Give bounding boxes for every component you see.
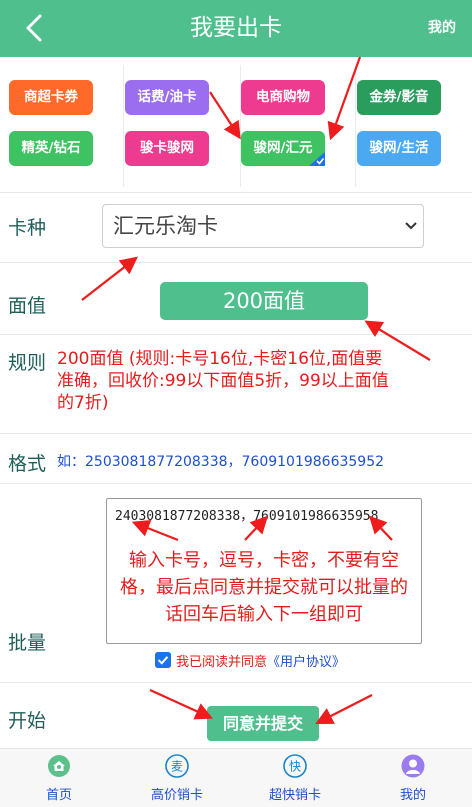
tab-label: 超快销卡 [268, 788, 321, 803]
divider [0, 334, 472, 335]
kuai-glyph: 快 [289, 760, 301, 774]
tab-mine[interactable]: 我的 [354, 749, 472, 807]
tab-fast-sell[interactable]: 快 超快销卡 [236, 749, 354, 807]
category-shangchao[interactable]: 商超卡券 [9, 80, 93, 115]
card-type-label: 卡种 [8, 217, 47, 239]
divider [355, 65, 356, 187]
category-junwang-huiyuan[interactable]: 骏网/汇元 [241, 131, 325, 166]
batch-label: 批量 [8, 632, 47, 654]
category-jinquan[interactable]: 金券/影音 [357, 80, 441, 115]
tab-label: 高价销卡 [150, 788, 203, 803]
chevron-down-icon [405, 222, 417, 230]
arrow-mark [149, 688, 214, 720]
category-dianshang[interactable]: 电商购物 [241, 80, 325, 115]
tab-label: 首页 [45, 788, 72, 803]
arrow-mark [315, 694, 373, 724]
page-title: 我要出卡 [190, 15, 282, 41]
divider [0, 192, 472, 193]
tab-label: 我的 [399, 788, 426, 803]
agree-checkbox[interactable] [155, 652, 171, 668]
bottom-tab-bar: 首页 麦 高价销卡 快 超快销卡 我的 [0, 748, 472, 807]
divider [123, 65, 124, 187]
mai-glyph: 麦 [171, 760, 183, 774]
user-icon [401, 754, 425, 778]
start-label: 开始 [8, 710, 47, 732]
top-bar: 我要出卡 我的 [0, 0, 472, 57]
sell-mai-icon: 麦 [165, 754, 189, 778]
tab-home[interactable]: 首页 [0, 749, 118, 807]
submit-button[interactable]: 同意并提交 [207, 706, 319, 741]
batch-hint: 输入卡号，逗号，卡密，不要有空格，最后点同意并提交就可以批量的话回车后输入下一组… [120, 550, 408, 625]
face-value-label: 面值 [8, 295, 47, 317]
arrow-mark [81, 256, 138, 301]
category-grid: 商超卡券 话费/油卡 电商购物 金券/影音 精英/钻石 骏卡骏网 骏网/汇元 骏… [0, 57, 472, 192]
divider [0, 433, 472, 434]
format-example: 如：2503081877208338，7609101986635952 [57, 454, 385, 470]
fast-kuai-icon: 快 [283, 754, 307, 778]
category-huafei[interactable]: 话费/油卡 [125, 80, 209, 115]
category-label: 骏网/汇元 [253, 140, 313, 156]
rule-text: 200面值 (规则:卡号16位,卡密16位,面值要准确，回收价:99以下面值5折… [57, 349, 389, 413]
user-agreement-link[interactable]: 《用户协议》 [267, 655, 345, 670]
category-jingying[interactable]: 精英/钻石 [9, 131, 93, 166]
category-junka[interactable]: 骏卡骏网 [125, 131, 209, 166]
divider [0, 682, 472, 683]
face-value-button[interactable]: 200面值 [160, 282, 368, 320]
divider [0, 483, 472, 484]
agree-label: 我已阅读并同意 [176, 655, 268, 670]
category-junwang-shenghuo[interactable]: 骏网/生活 [357, 131, 441, 166]
format-label: 格式 [8, 453, 47, 475]
card-type-select[interactable]: 汇元乐淘卡 [102, 204, 424, 248]
divider [0, 262, 472, 263]
home-icon [48, 755, 70, 777]
agree-text: 我已阅读并同意《用户协议》 [176, 651, 345, 670]
mine-link[interactable]: 我的 [428, 0, 456, 57]
selected-check-icon [309, 152, 325, 166]
card-type-value: 汇元乐淘卡 [113, 214, 218, 238]
rule-label: 规则 [8, 352, 47, 374]
tab-high-price-sell[interactable]: 麦 高价销卡 [118, 749, 236, 807]
